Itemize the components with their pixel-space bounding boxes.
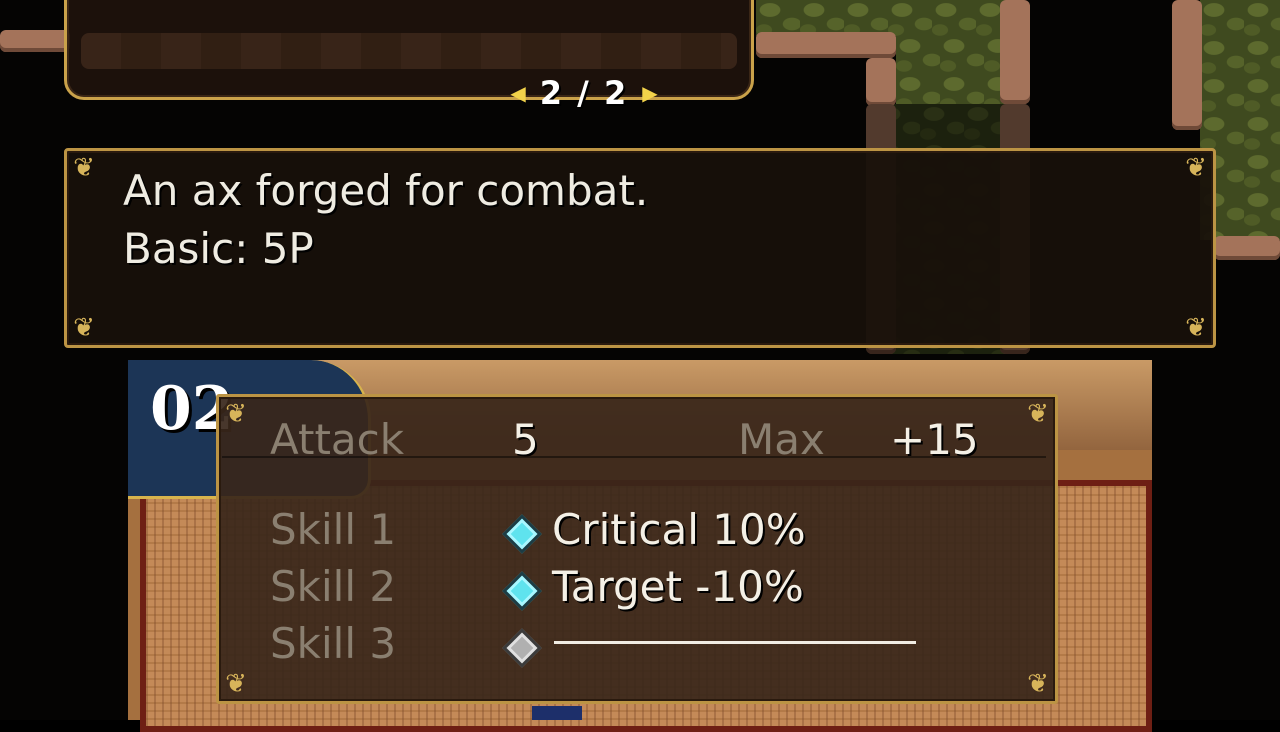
corner-ornament-icon: ❦ — [1027, 669, 1049, 699]
attack-value: 5 — [512, 415, 539, 464]
dungeon-wall — [1172, 0, 1202, 130]
max-value: +15 — [890, 415, 979, 464]
skill-2-label: Skill 2 — [270, 562, 397, 611]
page-right-arrow-icon[interactable]: ▶ — [642, 83, 657, 103]
skill-3-empty-slot — [554, 641, 916, 644]
corner-ornament-icon: ❦ — [1185, 153, 1207, 183]
item-list-row — [81, 33, 737, 69]
page-number: 2 / 2 — [539, 74, 629, 112]
corner-ornament-icon: ❦ — [225, 669, 247, 699]
item-description-box: ❦ ❦ ❦ ❦ An ax forged for combat. Basic: … — [64, 148, 1216, 348]
cursor-marker — [532, 706, 582, 720]
description-text: An ax forged for combat. — [123, 166, 649, 215]
skill-1-label: Skill 1 — [270, 505, 397, 554]
attack-label: Attack — [270, 415, 405, 464]
dungeon-floor — [756, 0, 1012, 36]
max-label: Max — [738, 415, 825, 464]
dungeon-floor — [896, 36, 1016, 106]
page-indicator: ◀ 2 / 2 ▶ — [470, 74, 698, 112]
page-left-arrow-icon[interactable]: ◀ — [510, 83, 525, 103]
dungeon-wall — [866, 58, 896, 106]
dungeon-wall — [1214, 236, 1280, 260]
corner-ornament-icon: ❦ — [1185, 313, 1207, 343]
corner-ornament-icon: ❦ — [225, 399, 247, 429]
corner-ornament-icon: ❦ — [73, 153, 95, 183]
dungeon-wall — [756, 32, 896, 58]
dungeon-wall — [1000, 0, 1030, 104]
corner-ornament-icon: ❦ — [73, 313, 95, 343]
skill-2-value: Target -10% — [552, 562, 804, 611]
dungeon-wall — [0, 30, 70, 52]
skill-3-label: Skill 3 — [270, 619, 397, 668]
skill-1-value: Critical 10% — [552, 505, 806, 554]
description-power: Basic: 5P — [123, 224, 314, 273]
corner-ornament-icon: ❦ — [1027, 399, 1049, 429]
